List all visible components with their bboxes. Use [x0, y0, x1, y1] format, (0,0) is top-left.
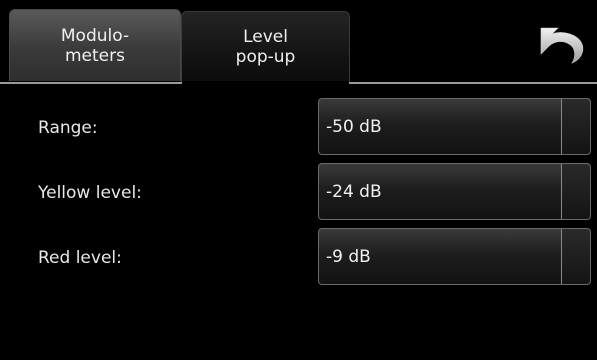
undo-button[interactable] — [536, 22, 588, 66]
tab-label: pop-up — [235, 47, 296, 67]
red-level-label: Red level: — [38, 248, 122, 268]
tab-modulometers[interactable]: Modulo- meters — [9, 9, 181, 81]
settings-panel: Range: -50 dB Yellow level: -24 dB Red l… — [0, 84, 597, 360]
tab-level-popup[interactable]: Level pop-up — [181, 11, 350, 82]
range-field-button[interactable] — [561, 99, 590, 154]
tab-label: Level — [243, 27, 288, 47]
yellow-level-value: -24 dB — [326, 182, 382, 202]
red-level-value: -9 dB — [326, 247, 371, 267]
undo-arrow-icon — [540, 27, 584, 64]
range-field[interactable]: -50 dB — [318, 98, 591, 155]
tab-label: Modulo- — [60, 25, 130, 46]
yellow-level-label: Yellow level: — [38, 183, 142, 203]
red-level-field[interactable]: -9 dB — [318, 228, 591, 285]
yellow-level-field[interactable]: -24 dB — [318, 163, 591, 220]
tab-bar: Modulo- meters Level pop-up — [0, 0, 597, 82]
range-label: Range: — [38, 118, 98, 138]
level-popup-settings-screen: Modulo- meters Level pop-up Range: -50 d… — [0, 0, 597, 360]
red-level-field-button[interactable] — [561, 229, 590, 284]
range-value: -50 dB — [326, 117, 382, 137]
tab-label: meters — [65, 45, 125, 66]
yellow-level-field-button[interactable] — [561, 164, 590, 219]
